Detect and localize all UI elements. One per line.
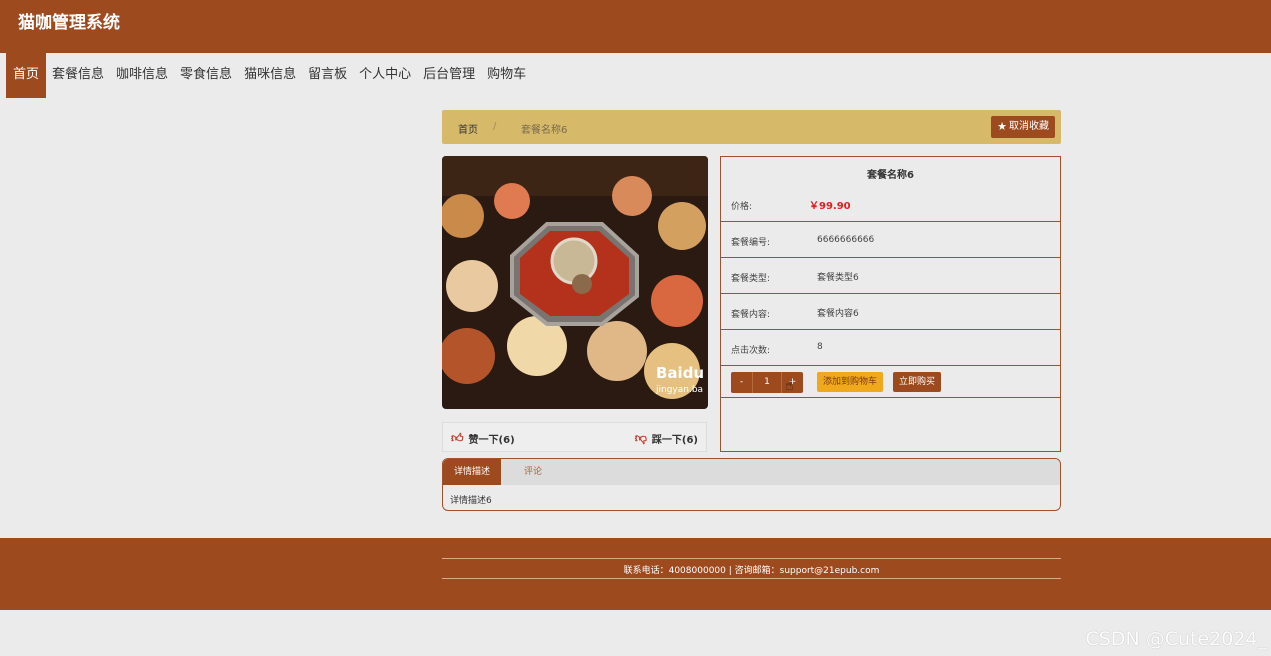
footer-divider-bottom	[442, 578, 1061, 579]
tab-description[interactable]: 详情描述	[443, 459, 502, 485]
code-value: 6666666666	[817, 235, 875, 245]
csdn-watermark: CSDN @Cute2024_	[1085, 628, 1267, 650]
price-value: ￥99.90	[809, 201, 851, 212]
footer: 联系电话：4008000000 | 咨询邮箱：support@21epub.co…	[0, 538, 1271, 610]
dislike-button[interactable]: 👎︎ 踩一下(6)	[635, 431, 698, 446]
star-icon: ★	[997, 120, 1007, 133]
main-nav: 首页 套餐信息 咖啡信息 零食信息 猫咪信息 留言板 个人中心 后台管理 购物车	[6, 53, 532, 98]
nav-item-profile[interactable]: 个人中心	[353, 53, 417, 98]
clicks-value: 8	[817, 342, 823, 352]
product-image: Baidu jingyan.ba	[442, 156, 708, 409]
hand-cursor-icon: ☝	[785, 378, 794, 394]
info-row-clicks: 点击次数: 8	[721, 330, 1060, 366]
buy-now-button[interactable]: 立即购买	[893, 372, 942, 392]
info-row-type: 套餐类型: 套餐类型6	[721, 258, 1060, 294]
info-row-code: 套餐编号: 6666666666	[721, 222, 1060, 258]
svg-text:jingyan.ba: jingyan.ba	[655, 385, 703, 395]
nav-item-coffee[interactable]: 咖啡信息	[110, 53, 174, 98]
type-label: 套餐类型:	[731, 274, 771, 284]
info-row-content: 套餐内容: 套餐内容6	[721, 294, 1060, 330]
nav-item-snacks[interactable]: 零食信息	[174, 53, 238, 98]
site-title: 猫咖管理系统	[18, 13, 120, 33]
nav-item-home[interactable]: 首页	[6, 53, 47, 98]
breadcrumb: 首页 / 套餐名称6 ★ 取消收藏	[442, 110, 1061, 144]
nav-item-admin[interactable]: 后台管理	[417, 53, 481, 98]
detail-tabs: 详情描述 评论 详情描述6	[442, 458, 1061, 511]
breadcrumb-home-link[interactable]: 首页	[458, 121, 478, 136]
nav-item-packages[interactable]: 套餐信息	[46, 53, 110, 98]
like-button[interactable]: 👍︎ 赞一下(6)	[451, 431, 515, 446]
tab-content: 详情描述6	[450, 496, 492, 506]
price-label: 价格:	[731, 202, 753, 212]
type-value: 套餐类型6	[817, 273, 859, 283]
quantity-input[interactable]: 1	[752, 372, 782, 393]
price-row: 价格: ￥99.90	[721, 157, 1060, 222]
content-value: 套餐内容6	[817, 309, 859, 319]
breadcrumb-separator: /	[493, 121, 497, 132]
dislike-label: 踩一下(6)	[651, 435, 698, 446]
like-label: 赞一下(6)	[468, 435, 515, 446]
clicks-label: 点击次数:	[731, 346, 771, 356]
nav-item-message-board[interactable]: 留言板	[302, 53, 353, 98]
tab-strip: 详情描述 评论	[443, 459, 1060, 485]
unfavorite-button[interactable]: ★ 取消收藏	[991, 116, 1055, 138]
svg-text:Baidu: Baidu	[656, 364, 704, 382]
breadcrumb-current: 套餐名称6	[521, 125, 568, 136]
purchase-row: - 1 + ☝ 添加到购物车 立即购买	[721, 366, 1060, 398]
tab-comments[interactable]: 评论	[513, 459, 553, 485]
add-to-cart-button[interactable]: 添加到购物车	[817, 372, 884, 392]
thumbs-down-icon: 👎︎	[634, 431, 647, 445]
unfavorite-label: 取消收藏	[1009, 121, 1049, 132]
header-bar: 猫咖管理系统	[0, 0, 1271, 53]
vote-bar: 👍︎ 赞一下(6) 👎︎ 踩一下(6)	[442, 422, 707, 452]
nav-item-cats[interactable]: 猫咪信息	[238, 53, 302, 98]
code-label: 套餐编号:	[731, 238, 771, 248]
content-label: 套餐内容:	[731, 310, 771, 320]
quantity-decrement-button[interactable]: -	[731, 372, 752, 393]
nav-item-cart[interactable]: 购物车	[481, 53, 532, 98]
product-info-panel: 套餐名称6 价格: ￥99.90 套餐编号: 6666666666 套餐类型: …	[720, 156, 1061, 452]
thumbs-up-icon: 👍︎	[451, 431, 464, 445]
footer-contact: 联系电话：4008000000 | 咨询邮箱：support@21epub.co…	[623, 566, 880, 576]
footer-divider-top	[442, 558, 1061, 559]
